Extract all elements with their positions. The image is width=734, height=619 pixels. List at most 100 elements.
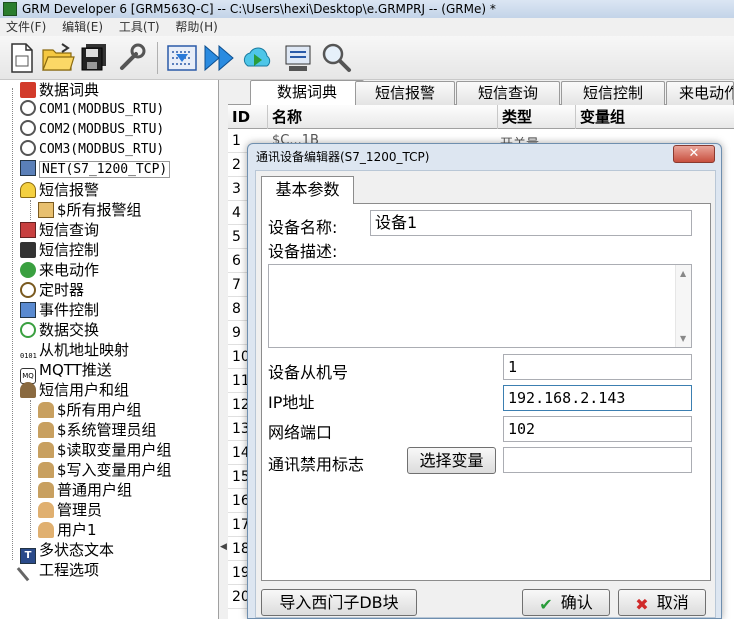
tree-item-all-alarm-groups[interactable]: $所有报警组 [38, 200, 142, 220]
plug-icon [20, 120, 36, 136]
network-port-input[interactable]: 102 [503, 416, 692, 442]
ok-button[interactable]: ✔ 确认 [522, 589, 610, 616]
tree-item-sms-alarm[interactable]: 短信报警 [20, 180, 99, 200]
tree-item-slave-mapping[interactable]: 0101 从机地址映射 [20, 340, 129, 360]
tree-item-all-user-groups[interactable]: $所有用户组 [38, 400, 142, 420]
tree-item-com3[interactable]: COM3(MODBUS_RTU) [20, 140, 164, 160]
column-type[interactable]: 类型 [498, 105, 576, 129]
toolbar [0, 36, 734, 80]
group-icon [38, 482, 54, 498]
tree-item-write-group[interactable]: $写入变量用户组 [38, 460, 172, 480]
row-id[interactable]: 17 [228, 513, 250, 537]
cloud-upload-icon[interactable] [240, 40, 276, 76]
tab-sms-alarm[interactable]: 短信报警 [355, 81, 455, 105]
simulate-icon[interactable] [280, 40, 316, 76]
row-id[interactable]: 1 [228, 129, 248, 153]
tree-item-timer[interactable]: 定时器 [20, 280, 84, 300]
row-id[interactable]: 8 [228, 297, 248, 321]
tree-item-user1[interactable]: 用户1 [38, 520, 97, 540]
row-id[interactable]: 20 [228, 585, 250, 609]
query-icon [20, 222, 36, 238]
tree-item-data-exchange[interactable]: 数据交换 [20, 320, 99, 340]
row-id[interactable]: 19 [228, 561, 250, 585]
tab-incoming-call[interactable]: 来电动作 [666, 81, 734, 105]
menu-help[interactable]: 帮助(H) [169, 18, 223, 36]
row-id[interactable]: 2 [228, 153, 248, 177]
scroll-down-icon[interactable]: ▼ [680, 334, 686, 343]
download-icon[interactable] [202, 40, 238, 76]
row-id[interactable]: 10 [228, 345, 250, 369]
tab-basic-params[interactable]: 基本参数 [261, 176, 354, 204]
toolbar-separator [157, 42, 158, 74]
tree-item-mqtt[interactable]: MQ MQTT推送 [20, 360, 112, 384]
ip-address-label: IP地址 [268, 393, 315, 412]
tree-item-admin-group[interactable]: $系统管理员组 [38, 420, 157, 440]
disable-flag-label: 通讯禁用标志 [268, 455, 365, 474]
column-id[interactable]: ID [228, 105, 268, 129]
collapse-arrow-icon[interactable]: ◀ [220, 542, 227, 552]
tree-item-admin-user[interactable]: 管理员 [38, 500, 102, 520]
device-desc-textarea[interactable]: ▲ ▼ [268, 264, 692, 348]
tree-item-com1[interactable]: COM1(MODBUS_RTU) [20, 100, 164, 120]
splitter[interactable]: ◀ [219, 80, 228, 619]
row-id[interactable]: 13 [228, 417, 250, 441]
open-folder-icon[interactable] [40, 40, 76, 76]
menu-file[interactable]: 文件(F) [0, 18, 52, 36]
ip-address-input[interactable]: 192.168.2.143 [503, 385, 692, 411]
row-id[interactable]: 9 [228, 321, 248, 345]
check-icon: ✔ [539, 595, 553, 614]
tree-item-com2[interactable]: COM2(MODBUS_RTU) [20, 120, 164, 140]
tree-item-sms-control[interactable]: 短信控制 [20, 240, 99, 260]
row-id[interactable]: 4 [228, 201, 248, 225]
tab-sms-control[interactable]: 短信控制 [561, 81, 665, 105]
row-id[interactable]: 3 [228, 177, 248, 201]
cancel-button[interactable]: ✖ 取消 [618, 589, 706, 616]
menu-edit[interactable]: 编辑(E) [56, 18, 109, 36]
project-tree: 数据词典 COM1(MODBUS_RTU) COM2(MODBUS_RTU) C… [0, 80, 219, 619]
tree-item-multistate-text[interactable]: T 多状态文本 [20, 540, 114, 564]
scroll-up-icon[interactable]: ▲ [680, 269, 686, 278]
select-variable-button[interactable]: 选择变量 [407, 447, 496, 474]
tree-item-net[interactable]: NET(S7_1200_TCP) [20, 160, 171, 180]
x-icon: ✖ [635, 595, 649, 614]
menu-bar: 文件(F) 编辑(E) 工具(T) 帮助(H) [0, 18, 734, 36]
save-icon[interactable] [76, 40, 112, 76]
close-icon[interactable]: ✕ [673, 145, 715, 163]
row-id[interactable]: 14 [228, 441, 250, 465]
tree-item-sms-query[interactable]: 短信查询 [20, 220, 99, 240]
title-bar: GRM Developer 6 [GRM563Q-C] -- C:\Users\… [0, 0, 734, 18]
menu-tools[interactable]: 工具(T) [113, 18, 166, 36]
tree-item-event-control[interactable]: 事件控制 [20, 300, 99, 320]
new-file-icon[interactable] [4, 40, 40, 76]
compile-icon[interactable] [164, 40, 200, 76]
row-id[interactable]: 12 [228, 393, 250, 417]
tree-item-dictionary[interactable]: 数据词典 [20, 80, 99, 100]
row-id[interactable]: 6 [228, 249, 248, 273]
tab-dictionary[interactable]: 数据词典 [250, 80, 364, 105]
import-siemens-db-button[interactable]: 导入西门子DB块 [261, 589, 417, 616]
app-icon [3, 2, 17, 16]
device-name-input[interactable]: 设备1 [370, 210, 692, 236]
tree-item-read-group[interactable]: $读取变量用户组 [38, 440, 172, 460]
row-id[interactable]: 15 [228, 465, 250, 489]
tree-item-project-options[interactable]: 工程选项 [16, 558, 99, 582]
tree-item-sms-users[interactable]: 短信用户和组 [20, 380, 129, 400]
slave-id-input[interactable]: 1 [503, 354, 692, 380]
tab-sms-query[interactable]: 短信查询 [456, 81, 560, 105]
row-id[interactable]: 7 [228, 273, 248, 297]
tree-item-normal-group[interactable]: 普通用户组 [38, 480, 132, 500]
row-id[interactable]: 18 [228, 537, 250, 561]
plug-icon [20, 140, 36, 156]
device-desc-label: 设备描述: [268, 242, 338, 261]
column-group[interactable]: 变量组 [576, 105, 734, 129]
row-id[interactable]: 11 [228, 369, 250, 393]
disable-flag-input[interactable] [503, 447, 692, 473]
row-id[interactable]: 16 [228, 489, 250, 513]
wrench-icon[interactable] [114, 40, 150, 76]
row-id[interactable]: 5 [228, 225, 248, 249]
column-name[interactable]: 名称 [268, 105, 498, 129]
desc-scrollbar[interactable]: ▲ ▼ [675, 265, 691, 347]
tab-bar: 数据词典 短信报警 短信查询 短信控制 来电动作 [228, 80, 734, 105]
search-icon[interactable] [318, 40, 354, 76]
tree-item-incoming-call[interactable]: 来电动作 [20, 260, 99, 280]
